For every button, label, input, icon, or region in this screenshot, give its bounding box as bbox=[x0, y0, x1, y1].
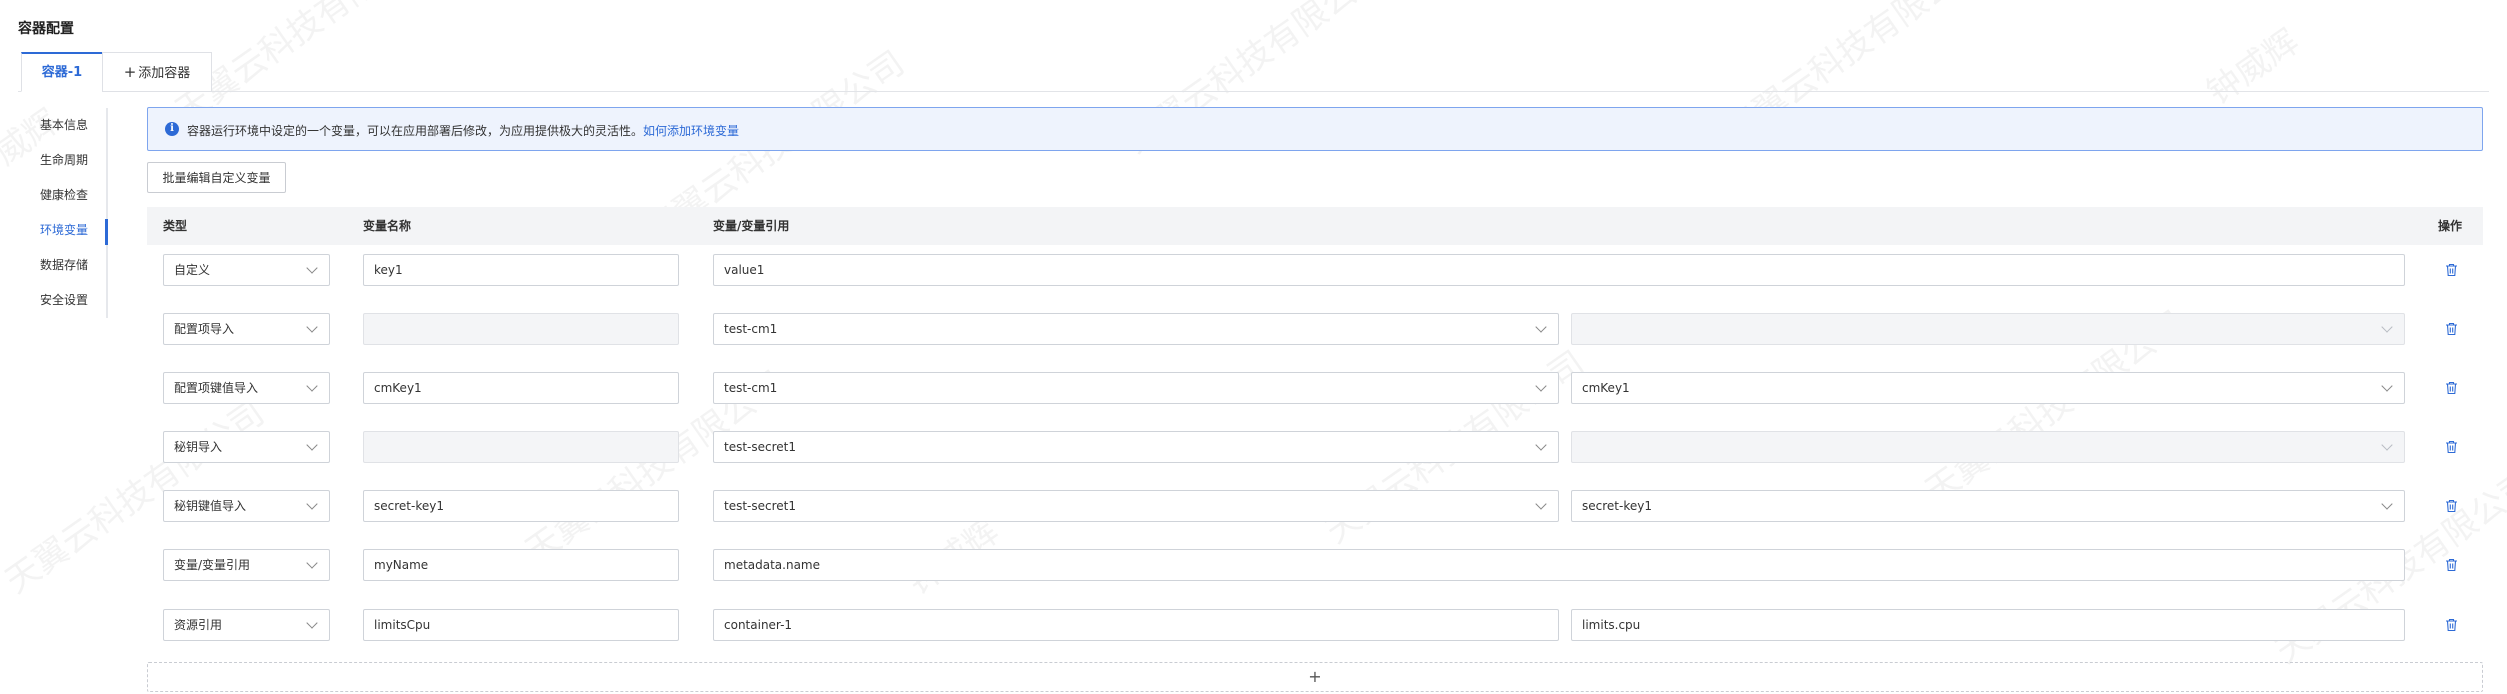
batch-edit-button[interactable]: 批量编辑自定义变量 bbox=[147, 162, 286, 193]
name-input bbox=[363, 431, 679, 463]
header-value: 变量/变量引用 bbox=[713, 219, 790, 233]
page-title: 容器配置 bbox=[18, 21, 74, 37]
table-row: 自定义 key1 value1 bbox=[147, 254, 2483, 288]
header-action: 操作 bbox=[2438, 219, 2463, 233]
type-select[interactable]: 秘钥键值导入 bbox=[163, 490, 330, 522]
name-input[interactable]: limitsCpu bbox=[363, 609, 679, 641]
secret-select[interactable]: test-secret1 bbox=[713, 431, 1559, 463]
type-select[interactable]: 自定义 bbox=[163, 254, 330, 286]
tab-container-1[interactable]: 容器-1 bbox=[21, 52, 103, 92]
nav-item-security[interactable]: 安全设置 bbox=[18, 283, 106, 318]
header-name: 变量名称 bbox=[363, 219, 412, 233]
type-select[interactable]: 配置项键值导入 bbox=[163, 372, 330, 404]
info-banner: i 容器运行环境中设定的一个变量，可以在应用部署后修改，为应用提供极大的灵活性。… bbox=[147, 107, 2483, 151]
delete-icon[interactable] bbox=[2445, 440, 2458, 454]
type-select[interactable]: 变量/变量引用 bbox=[163, 549, 330, 581]
delete-icon[interactable] bbox=[2445, 381, 2458, 395]
key-select bbox=[1571, 313, 2405, 345]
table-header: 类型 变量名称 变量/变量引用 操作 bbox=[147, 207, 2483, 245]
add-container-tab[interactable]: + 添加容器 bbox=[102, 52, 212, 92]
configmap-select[interactable]: test-cm1 bbox=[713, 313, 1559, 345]
info-icon: i bbox=[165, 122, 179, 136]
info-text: 容器运行环境中设定的一个变量，可以在应用部署后修改，为应用提供极大的灵活性。如何… bbox=[187, 122, 739, 139]
name-input bbox=[363, 313, 679, 345]
container-tabs: 容器-1 + 添加容器 bbox=[18, 52, 2489, 92]
name-input[interactable]: cmKey1 bbox=[363, 372, 679, 404]
key-select[interactable]: secret-key1 bbox=[1571, 490, 2405, 522]
table-row: 秘钥键值导入 secret-key1 test-secret1 secret-k… bbox=[147, 490, 2483, 524]
type-select[interactable]: 资源引用 bbox=[163, 609, 330, 641]
nav-item-health-check[interactable]: 健康检查 bbox=[18, 178, 106, 213]
nav-item-storage[interactable]: 数据存储 bbox=[18, 248, 106, 283]
header-type: 类型 bbox=[163, 219, 188, 233]
delete-icon[interactable] bbox=[2445, 618, 2458, 632]
delete-icon[interactable] bbox=[2445, 263, 2458, 277]
secret-select[interactable]: test-secret1 bbox=[713, 490, 1559, 522]
name-input[interactable]: myName bbox=[363, 549, 679, 581]
add-variable-button[interactable]: + bbox=[147, 662, 2483, 692]
table-row: 配置项键值导入 cmKey1 test-cm1 cmKey1 bbox=[147, 372, 2483, 406]
key-select bbox=[1571, 431, 2405, 463]
nav-item-lifecycle[interactable]: 生命周期 bbox=[18, 143, 106, 178]
type-select[interactable]: 配置项导入 bbox=[163, 313, 330, 345]
value-input[interactable]: value1 bbox=[713, 254, 2405, 286]
table-row: 配置项导入 test-cm1 bbox=[147, 313, 2483, 347]
resource-input[interactable]: limits.cpu bbox=[1571, 609, 2405, 641]
help-link[interactable]: 如何添加环境变量 bbox=[643, 124, 739, 138]
table-row: 资源引用 limitsCpu container-1 limits.cpu bbox=[147, 609, 2483, 643]
table-row: 秘钥导入 test-secret1 bbox=[147, 431, 2483, 465]
type-select[interactable]: 秘钥导入 bbox=[163, 431, 330, 463]
delete-icon[interactable] bbox=[2445, 499, 2458, 513]
configmap-select[interactable]: test-cm1 bbox=[713, 372, 1559, 404]
container-input[interactable]: container-1 bbox=[713, 609, 1559, 641]
nav-item-basic-info[interactable]: 基本信息 bbox=[18, 108, 106, 143]
table-row: 变量/变量引用 myName metadata.name bbox=[147, 549, 2483, 583]
name-input[interactable]: key1 bbox=[363, 254, 679, 286]
value-input[interactable]: metadata.name bbox=[713, 549, 2405, 581]
add-container-label: 添加容器 bbox=[138, 66, 191, 81]
nav-item-env-vars[interactable]: 环境变量 bbox=[18, 213, 108, 248]
delete-icon[interactable] bbox=[2445, 558, 2458, 572]
side-nav: 基本信息 生命周期 健康检查 环境变量 数据存储 安全设置 bbox=[18, 108, 108, 318]
delete-icon[interactable] bbox=[2445, 322, 2458, 336]
name-input[interactable]: secret-key1 bbox=[363, 490, 679, 522]
info-message: 容器运行环境中设定的一个变量，可以在应用部署后修改，为应用提供极大的灵活性。 bbox=[187, 124, 644, 138]
key-select[interactable]: cmKey1 bbox=[1571, 372, 2405, 404]
plus-icon: + bbox=[123, 63, 137, 81]
